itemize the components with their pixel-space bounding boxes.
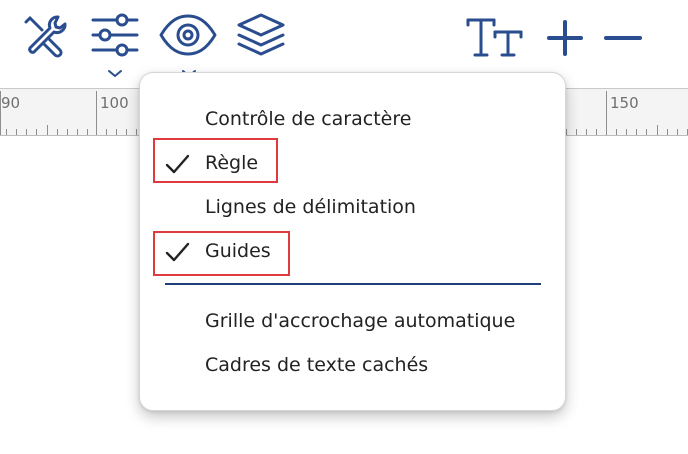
menu-item-label: Contrôle de caractère (205, 108, 412, 130)
menu-item-label: Grille d'accrochage automatique (205, 310, 516, 332)
ruler-label: 90 (1, 94, 21, 112)
sliders-icon[interactable] (91, 13, 139, 57)
layers-icon[interactable] (236, 12, 286, 58)
menu-item-auto-snap-grid[interactable]: Grille d'accrochage automatique (140, 301, 565, 341)
highlight-box-guides (153, 231, 290, 276)
app-window: 90 100 150 Contrôle de caractère Règle L… (0, 0, 688, 454)
menu-item-boundary-lines[interactable]: Lignes de délimitation (140, 187, 565, 227)
zoom-out-icon[interactable] (603, 19, 643, 59)
menu-item-label: Lignes de délimitation (205, 196, 416, 218)
menu-item-label: Cadres de texte cachés (205, 354, 429, 376)
highlight-box-ruler (153, 138, 278, 183)
menu-divider (165, 283, 541, 285)
eye-icon[interactable] (158, 12, 218, 58)
view-dropdown-menu: Contrôle de caractère Règle Lignes de dé… (139, 72, 566, 411)
text-size-icon[interactable] (465, 15, 527, 61)
zoom-in-icon[interactable] (545, 19, 585, 59)
ruler-label: 100 (100, 94, 129, 112)
chevron-down-icon[interactable] (107, 63, 123, 82)
menu-item-character-control[interactable]: Contrôle de caractère (140, 99, 565, 139)
ruler-label: 150 (610, 94, 639, 112)
menu-item-hidden-text-frames[interactable]: Cadres de texte cachés (140, 345, 565, 385)
tools-icon[interactable] (22, 13, 70, 59)
